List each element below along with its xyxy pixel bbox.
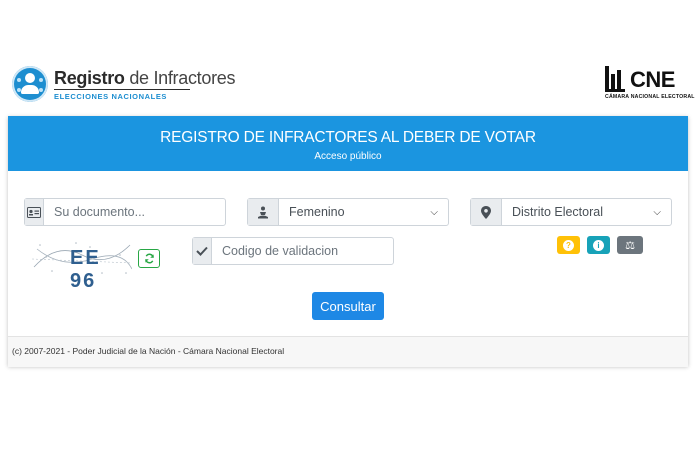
help-question-button[interactable]: ? bbox=[557, 236, 580, 254]
help-info-button[interactable]: i bbox=[587, 236, 610, 254]
map-marker-icon bbox=[471, 199, 502, 225]
validation-code-input[interactable] bbox=[212, 238, 393, 264]
district-select-value: Distrito Electoral bbox=[512, 205, 603, 219]
cne-logo-subtitle: CÁMARA NACIONAL ELECTORAL bbox=[605, 94, 695, 100]
captcha-refresh-button[interactable] bbox=[138, 249, 160, 268]
registro-logo-icon bbox=[12, 66, 48, 102]
refresh-icon bbox=[144, 253, 154, 264]
top-bar bbox=[0, 0, 696, 60]
cne-bars-icon bbox=[605, 66, 627, 92]
chevron-down-icon: ⌵ bbox=[430, 206, 438, 218]
consultar-button[interactable]: Consultar bbox=[312, 292, 384, 320]
district-select[interactable]: Distrito Electoral ⌵ bbox=[502, 199, 671, 225]
help-legal-button[interactable]: ⚖ bbox=[617, 236, 643, 254]
document-field-group bbox=[24, 198, 226, 226]
card-footer: (c) 2007-2021 - Poder Judicial de la Nac… bbox=[8, 336, 688, 367]
cne-logo[interactable]: CNE CÁMARA NACIONAL ELECTORAL bbox=[605, 66, 695, 100]
registro-logo-title: Registro de Infractores bbox=[54, 67, 236, 88]
id-card-icon bbox=[25, 199, 44, 225]
captcha-image: EE 96 bbox=[31, 237, 133, 292]
cne-logo-text: CNE bbox=[630, 67, 675, 92]
info-icon: i bbox=[593, 239, 604, 251]
registro-logo-subtitle: ELECCIONES NACIONALES bbox=[54, 91, 168, 101]
validation-field-group bbox=[192, 237, 394, 265]
scales-icon: ⚖ bbox=[625, 239, 635, 252]
page-subtitle: Acceso público bbox=[314, 151, 382, 162]
captcha-text: EE 96 bbox=[70, 247, 101, 292]
gender-select[interactable]: Femenino ⌵ bbox=[279, 199, 448, 225]
page-title: REGISTRO DE INFRACTORES AL DEBER DE VOTA… bbox=[160, 129, 536, 146]
card-header: REGISTRO DE INFRACTORES AL DEBER DE VOTA… bbox=[8, 116, 688, 171]
gender-field-group: Femenino ⌵ bbox=[247, 198, 449, 226]
footer-copyright: (c) 2007-2021 - Poder Judicial de la Nac… bbox=[12, 346, 285, 356]
question-icon: ? bbox=[563, 239, 574, 251]
district-field-group: Distrito Electoral ⌵ bbox=[470, 198, 672, 226]
document-input[interactable] bbox=[44, 199, 225, 225]
check-icon bbox=[193, 238, 212, 264]
chevron-down-icon: ⌵ bbox=[653, 206, 661, 218]
gender-select-value: Femenino bbox=[289, 205, 345, 219]
person-icon bbox=[248, 199, 279, 225]
registro-logo[interactable]: Registro de Infractores ELECCIONES NACIO… bbox=[12, 66, 235, 102]
